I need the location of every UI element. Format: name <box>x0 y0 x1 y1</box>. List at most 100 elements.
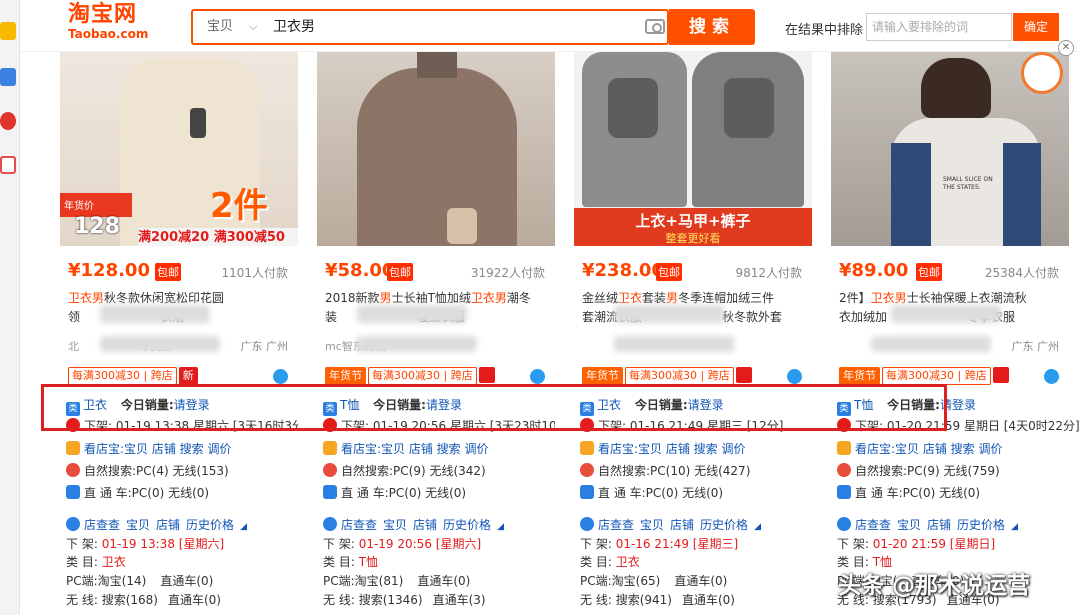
product-price: ¥238.00 <box>582 260 664 281</box>
mail-icon <box>837 441 851 455</box>
link-price-history[interactable]: 历史价格 <box>957 518 1005 532</box>
title-part-2: 套装 <box>642 291 667 305</box>
wangwang-icon[interactable] <box>1044 369 1059 384</box>
link-price-history[interactable]: 历史价格 <box>700 518 748 532</box>
shop-tools-row[interactable]: 看店宝:宝贝 店铺 搜索 调价 <box>66 440 232 458</box>
link-price-history[interactable]: 历史价格 <box>443 518 491 532</box>
tool-links: 店查查 宝贝 店铺 历史价格 ◢ <box>580 516 761 534</box>
red-envelope-icon <box>735 367 752 383</box>
product-image[interactable]: SMALL SLICE ON THE STATES. <box>831 48 1069 246</box>
shop-tools-row[interactable]: 看店宝:宝贝 店铺 搜索 调价 <box>580 440 746 458</box>
natural-search-row: 自然搜索:PC(9) 无线(342) <box>323 462 486 480</box>
exclude-label: 在结果中排除 <box>785 23 864 38</box>
link-item[interactable]: 宝贝 <box>897 518 921 532</box>
xiajia-row: 下 架: 01-19 13:38 [星期六] <box>66 535 224 553</box>
xiajia-label: 下 架: <box>66 537 98 551</box>
year-price-value: 128 <box>74 214 120 239</box>
product-card[interactable]: 年货价 128 2件 满200减20 满300减50 ¥128.00 包邮 11… <box>60 0 298 615</box>
link-shop[interactable]: 店铺 <box>413 518 437 532</box>
wx-label: 无 线: <box>323 593 355 607</box>
leimu-row: 类 目: 卫衣 <box>580 553 640 571</box>
title-part-2: 秋冬款休闲宽松印花圆 <box>104 291 225 305</box>
exclude-confirm-button[interactable]: 确定 <box>1013 13 1059 41</box>
product-card[interactable]: SMALL SLICE ON THE STATES. ¥89.00 包邮 253… <box>831 0 1080 615</box>
link-shop-check[interactable]: 店查查 <box>84 518 120 532</box>
title-line2-start: 衣加绒加 <box>839 310 888 324</box>
ztc-text: 直 通 车:PC(0) 无线(0) <box>84 486 210 500</box>
tool-links: 店查查 宝贝 店铺 历史价格 ◢ <box>837 516 1018 534</box>
product-price: ¥128.00 <box>68 260 150 281</box>
title-highlight: 卫衣男 <box>870 291 907 305</box>
search-rank-icon <box>323 463 337 477</box>
shop-tools-text[interactable]: 看店宝:宝贝 店铺 搜索 调价 <box>341 442 489 456</box>
link-shop-check[interactable]: 店查查 <box>855 518 891 532</box>
link-shop-check[interactable]: 店查查 <box>341 518 377 532</box>
shop-tools-row[interactable]: 看店宝:宝贝 店铺 搜索 调价 <box>837 440 1003 458</box>
search-box: 宝贝 ⌵ 卫衣男 <box>191 9 669 45</box>
wx-label: 无 线: <box>66 593 98 607</box>
exclude-input[interactable]: 请输入要排除的词 <box>866 13 1012 41</box>
cross-shop-text: 跨店 <box>707 369 730 382</box>
link-item[interactable]: 宝贝 <box>640 518 664 532</box>
search-category-select[interactable]: 宝贝 ⌵ <box>193 11 267 43</box>
wangwang-icon[interactable] <box>273 369 288 384</box>
product-image[interactable]: 上衣+马甲+裤子 整套更好看 <box>574 48 812 246</box>
wx-row: 无 线: 搜索(941) 直通车(0) <box>580 591 735 609</box>
camera-icon[interactable] <box>645 19 665 34</box>
pc-label: PC端: <box>580 574 612 588</box>
wx-search: 搜索(941) <box>615 593 672 607</box>
watermark: 头条 @那木说运营 <box>838 573 1031 599</box>
taobao-logo[interactable]: 淘宝网 Taobao.com <box>68 4 149 41</box>
mail-icon <box>580 441 594 455</box>
list-icon[interactable] <box>0 68 16 86</box>
red-envelope-icon <box>478 367 495 383</box>
star-icon[interactable] <box>0 22 16 40</box>
product-image[interactable]: 年货价 128 2件 满200减20 满300减50 <box>60 48 298 246</box>
link-shop-check[interactable]: 店查查 <box>598 518 634 532</box>
email-icon[interactable] <box>0 156 16 174</box>
shop-tools-row[interactable]: 看店宝:宝贝 店铺 搜索 调价 <box>323 440 489 458</box>
blurred-shop <box>871 336 991 352</box>
wangwang-icon[interactable] <box>530 369 545 384</box>
product-card[interactable]: 上衣+马甲+裤子 整套更好看 ¥238.00 包邮 9812人付款 金丝绒卫衣套… <box>574 0 812 615</box>
title-highlight-2: 男 <box>666 291 679 305</box>
title-part-1: 2件】 <box>839 291 871 305</box>
natural-search-row: 自然搜索:PC(10) 无线(427) <box>580 462 750 480</box>
link-item[interactable]: 宝贝 <box>383 518 407 532</box>
weibo-icon[interactable] <box>0 112 16 130</box>
link-price-history[interactable]: 历史价格 <box>186 518 234 532</box>
link-item[interactable]: 宝贝 <box>126 518 150 532</box>
pc-row: PC端:淘宝(81) 直通车(0) <box>323 572 470 590</box>
product-card[interactable]: ¥58.00 包邮 31922人付款 2018新款男士长袖T恤加绒卫衣男潮冬 装… <box>317 0 555 615</box>
link-shop[interactable]: 店铺 <box>156 518 180 532</box>
paid-count: 31922人付款 <box>470 266 545 280</box>
promo-tags: 年货节 每满300减30 | 跨店 <box>325 367 497 385</box>
wx-search: 搜索(1346) <box>358 593 423 607</box>
new-tag: 新 <box>178 367 198 385</box>
car-icon <box>837 485 851 499</box>
logo-en: Taobao.com <box>68 27 149 41</box>
title-part-1: 金丝绒 <box>582 291 619 305</box>
shop-tools-text[interactable]: 看店宝:宝贝 店铺 搜索 调价 <box>598 442 746 456</box>
ztc-text: 直 通 车:PC(0) 无线(0) <box>855 486 981 500</box>
link-shop[interactable]: 店铺 <box>927 518 951 532</box>
title-highlight-2: 卫衣男 <box>470 291 507 305</box>
close-icon[interactable]: ✕ <box>1058 40 1074 56</box>
xiajia-label: 下 架: <box>580 537 612 551</box>
triangle-icon: ◢ <box>240 522 247 532</box>
wx-label: 无 线: <box>580 593 612 607</box>
title-highlight: 卫衣 <box>618 291 643 305</box>
wangwang-icon[interactable] <box>787 369 802 384</box>
product-image[interactable] <box>317 48 555 246</box>
title-line2-start: 装 <box>325 310 338 324</box>
shop-tools-text[interactable]: 看店宝:宝贝 店铺 搜索 调价 <box>855 442 1003 456</box>
search-button[interactable]: 搜索 <box>669 9 755 45</box>
title-part-3: 保暖上衣潮流秋 <box>942 291 1027 305</box>
cross-shop-text: 跨店 <box>150 369 173 382</box>
search-input[interactable]: 卫衣男 <box>273 11 315 43</box>
link-shop[interactable]: 店铺 <box>670 518 694 532</box>
xiajia-row: 下 架: 01-20 21:59 [星期日] <box>837 535 995 553</box>
shop-location: 广东 广州 <box>1011 340 1060 353</box>
shop-tools-text[interactable]: 看店宝:宝贝 店铺 搜索 调价 <box>84 442 232 456</box>
title-line2-end: 秋冬款外套 <box>722 310 783 324</box>
